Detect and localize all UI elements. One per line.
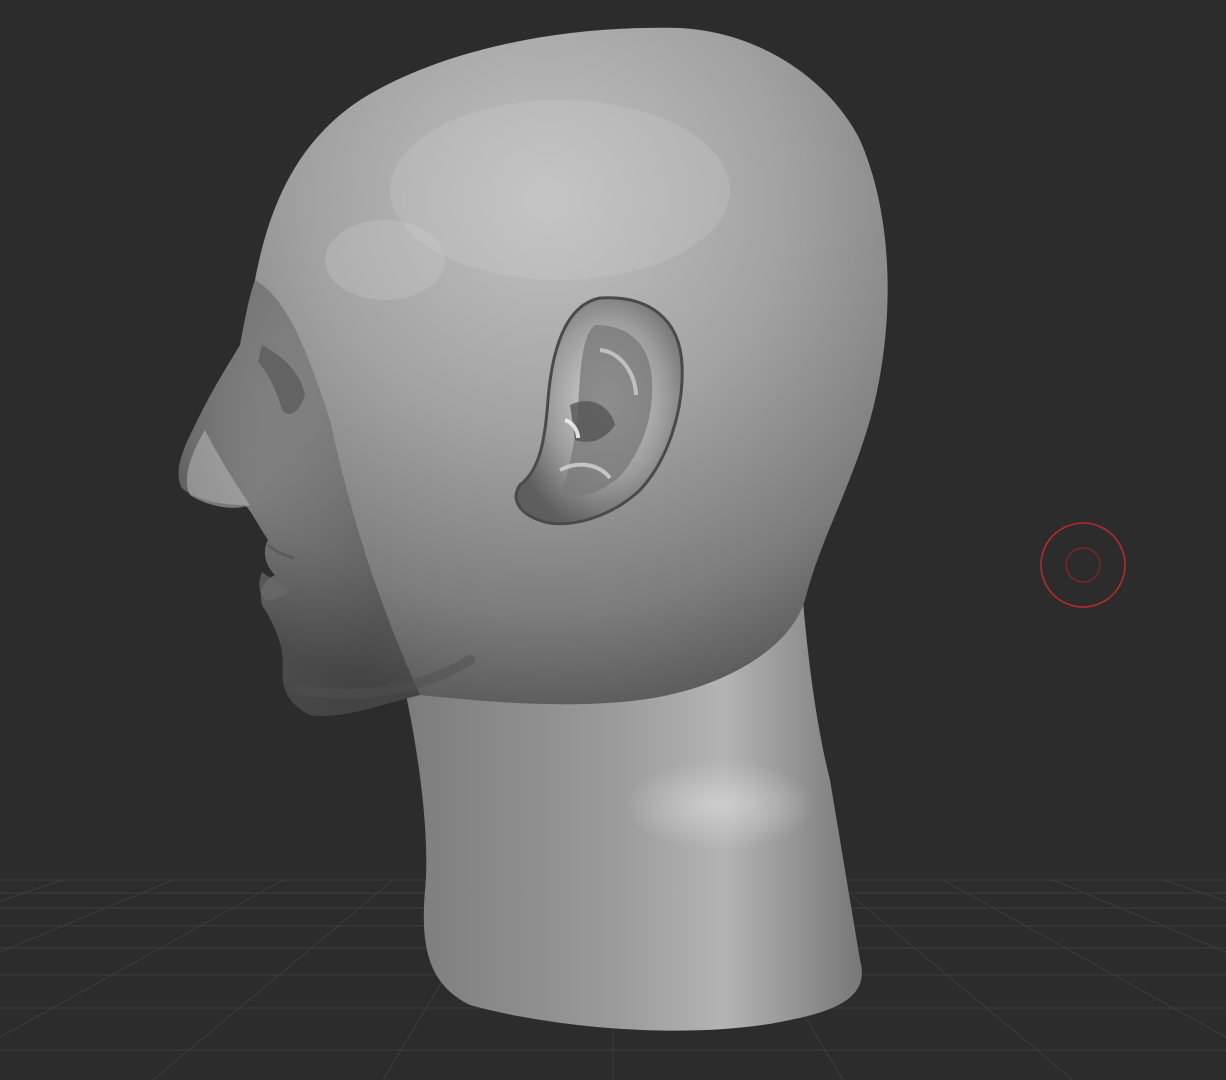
brush-outer-ring bbox=[1040, 522, 1126, 608]
neck-highlight bbox=[625, 760, 815, 850]
viewport-canvas[interactable] bbox=[0, 0, 1226, 1080]
brush-circle-icon[interactable] bbox=[1040, 522, 1126, 608]
3d-viewport[interactable] bbox=[0, 0, 1226, 1080]
brush-inner-ring bbox=[1065, 547, 1101, 583]
forehead-highlight bbox=[325, 220, 445, 300]
